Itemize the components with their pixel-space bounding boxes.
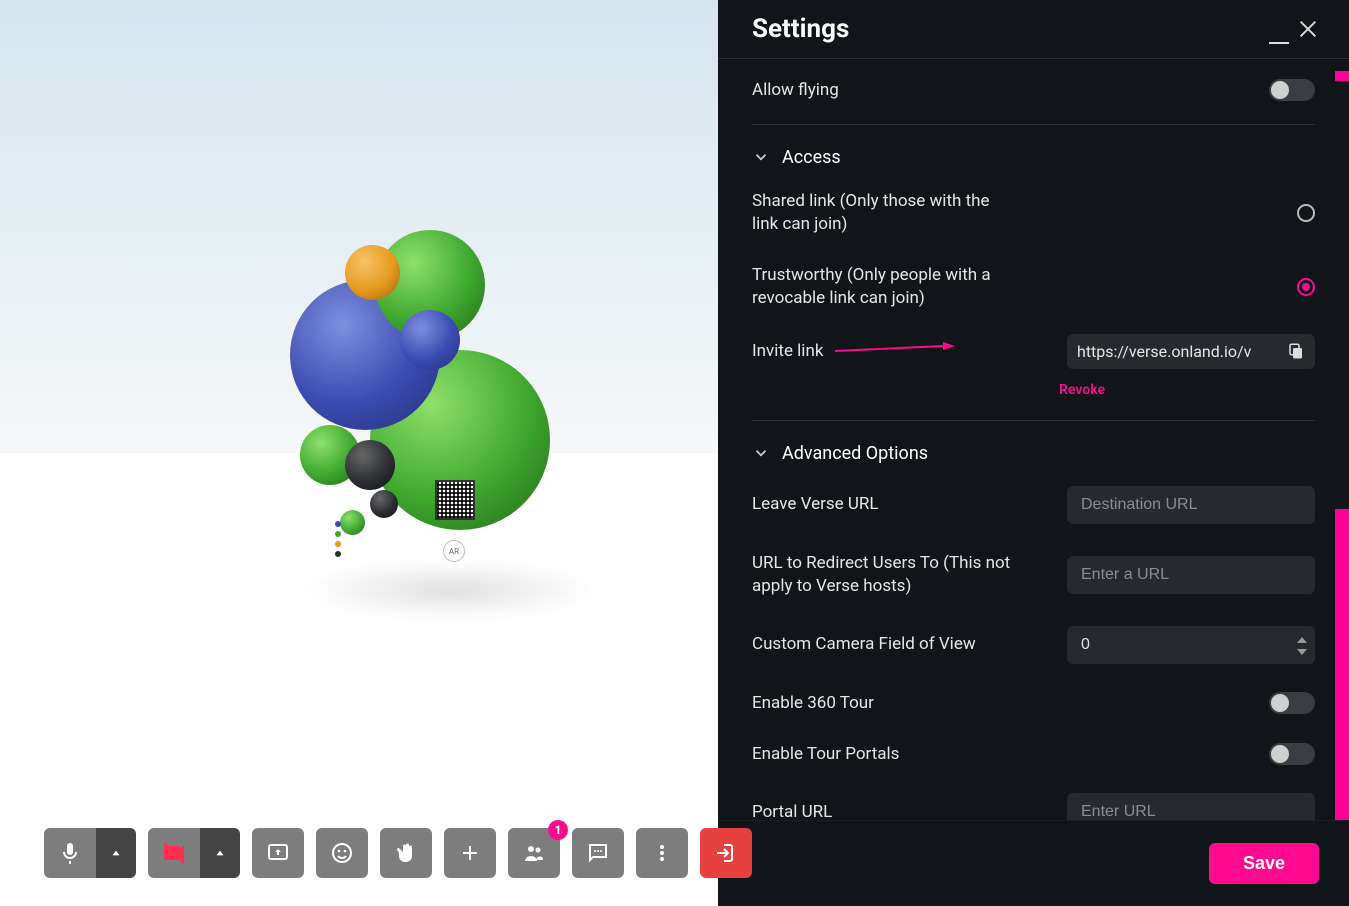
sphere-dark-2: [370, 490, 398, 518]
enable-360-toggle[interactable]: [1269, 692, 1315, 714]
share-screen-icon: [266, 841, 290, 865]
chat-button[interactable]: [572, 828, 624, 878]
enable-360-row: Enable 360 Tour: [752, 678, 1315, 729]
enable-portals-toggle[interactable]: [1269, 743, 1315, 765]
fov-input[interactable]: [1067, 626, 1315, 664]
trustworthy-radio[interactable]: [1297, 278, 1315, 296]
panel-body: Allow flying Access Shared link (Only th…: [718, 59, 1349, 820]
reactions-button[interactable]: [316, 828, 368, 878]
legend-item: [335, 520, 344, 528]
legend-item: [335, 550, 344, 558]
people-button[interactable]: 1: [508, 828, 560, 878]
copy-icon[interactable]: [1287, 342, 1305, 360]
add-button[interactable]: [444, 828, 496, 878]
chevron-down-icon: [752, 444, 770, 462]
revoke-row: Revoke: [752, 373, 1315, 412]
leave-url-row: Leave Verse URL: [752, 472, 1315, 538]
redirect-url-input[interactable]: [1067, 556, 1315, 594]
portal-url-input[interactable]: [1067, 793, 1315, 820]
scroll-up-arrow[interactable]: [1335, 71, 1349, 81]
mic-options-button[interactable]: [96, 828, 136, 878]
fov-step-up[interactable]: [1295, 630, 1309, 640]
camera-button[interactable]: [148, 828, 200, 878]
chevron-up-icon: [109, 846, 123, 860]
chat-icon: [586, 841, 610, 865]
shared-link-row: Shared link (Only those with the link ca…: [752, 176, 1315, 250]
invite-link-row: Invite link https://verse.onland.io/v: [752, 324, 1315, 373]
access-section-title: Access: [782, 147, 841, 168]
leave-url-input[interactable]: [1067, 486, 1315, 524]
share-screen-button[interactable]: [252, 828, 304, 878]
plus-icon: [458, 841, 482, 865]
close-icon[interactable]: [1297, 18, 1319, 40]
allow-flying-label: Allow flying: [752, 79, 839, 102]
panel-header: Settings: [718, 0, 1349, 59]
settings-panel: Settings Allow flying Access Shared link…: [718, 0, 1349, 906]
redirect-url-row: URL to Redirect Users To (This not apply…: [752, 538, 1315, 612]
access-section-toggle[interactable]: Access: [752, 133, 1315, 176]
smile-icon: [330, 841, 354, 865]
fov-step-down[interactable]: [1295, 642, 1309, 652]
annotation-arrow-icon: [835, 341, 955, 361]
sphere-orange: [345, 245, 400, 300]
sphere-blue-mid: [400, 310, 460, 370]
shared-link-label: Shared link (Only those with the link ca…: [752, 190, 1012, 236]
portal-url-label: Portal URL: [752, 801, 832, 820]
raise-hand-button[interactable]: [380, 828, 432, 878]
enable-portals-label: Enable Tour Portals: [752, 743, 899, 766]
chevron-down-icon: [752, 148, 770, 166]
camera-group: [148, 828, 240, 878]
mic-icon: [58, 841, 82, 865]
leave-button[interactable]: [700, 828, 752, 878]
enable-portals-row: Enable Tour Portals: [752, 729, 1315, 780]
invite-link-label: Invite link: [752, 340, 823, 363]
fov-stepper[interactable]: [1067, 626, 1315, 664]
trustworthy-row: Trustworthy (Only people with a revocabl…: [752, 250, 1315, 324]
exit-icon: [714, 841, 738, 865]
portal-url-row: Portal URL: [752, 779, 1315, 820]
legend-item: [335, 540, 344, 548]
divider: [752, 124, 1315, 125]
people-badge: 1: [548, 820, 568, 840]
revoke-link[interactable]: Revoke: [1059, 382, 1105, 398]
trustworthy-label: Trustworthy (Only people with a revocabl…: [752, 264, 1012, 310]
divider: [752, 420, 1315, 421]
qr-code[interactable]: [435, 480, 475, 520]
invite-link-field: https://verse.onland.io/v: [1067, 334, 1315, 369]
mic-button[interactable]: [44, 828, 96, 878]
viewport-3d[interactable]: AR: [0, 0, 718, 906]
kebab-icon: [650, 841, 674, 865]
bottom-toolbar: 1: [44, 828, 752, 878]
save-button[interactable]: Save: [1209, 843, 1319, 884]
redirect-url-label: URL to Redirect Users To (This not apply…: [752, 552, 1012, 598]
leave-url-label: Leave Verse URL: [752, 493, 879, 516]
advanced-section-title: Advanced Options: [782, 443, 928, 464]
advanced-section-toggle[interactable]: Advanced Options: [752, 429, 1315, 472]
sphere-shadow: [300, 560, 600, 620]
more-options-button[interactable]: [636, 828, 688, 878]
people-icon: [522, 841, 546, 865]
panel-title: Settings: [752, 14, 849, 44]
scroll-down-arrow[interactable]: [1335, 773, 1349, 783]
fov-row: Custom Camera Field of View: [752, 612, 1315, 678]
chevron-up-icon: [213, 846, 227, 860]
legend-item: [335, 530, 344, 538]
allow-flying-row: Allow flying: [752, 65, 1315, 116]
mic-group: [44, 828, 136, 878]
hand-icon: [394, 841, 418, 865]
allow-flying-toggle[interactable]: [1269, 79, 1315, 101]
camera-options-button[interactable]: [200, 828, 240, 878]
fov-label: Custom Camera Field of View: [752, 633, 976, 656]
invite-link-value[interactable]: https://verse.onland.io/v: [1077, 342, 1287, 361]
ar-badge[interactable]: AR: [443, 540, 465, 562]
panel-footer: Save: [718, 820, 1349, 906]
camera-off-icon: [162, 841, 186, 865]
enable-360-label: Enable 360 Tour: [752, 692, 874, 715]
shared-link-radio[interactable]: [1297, 204, 1315, 222]
sphere-dark: [345, 440, 395, 490]
